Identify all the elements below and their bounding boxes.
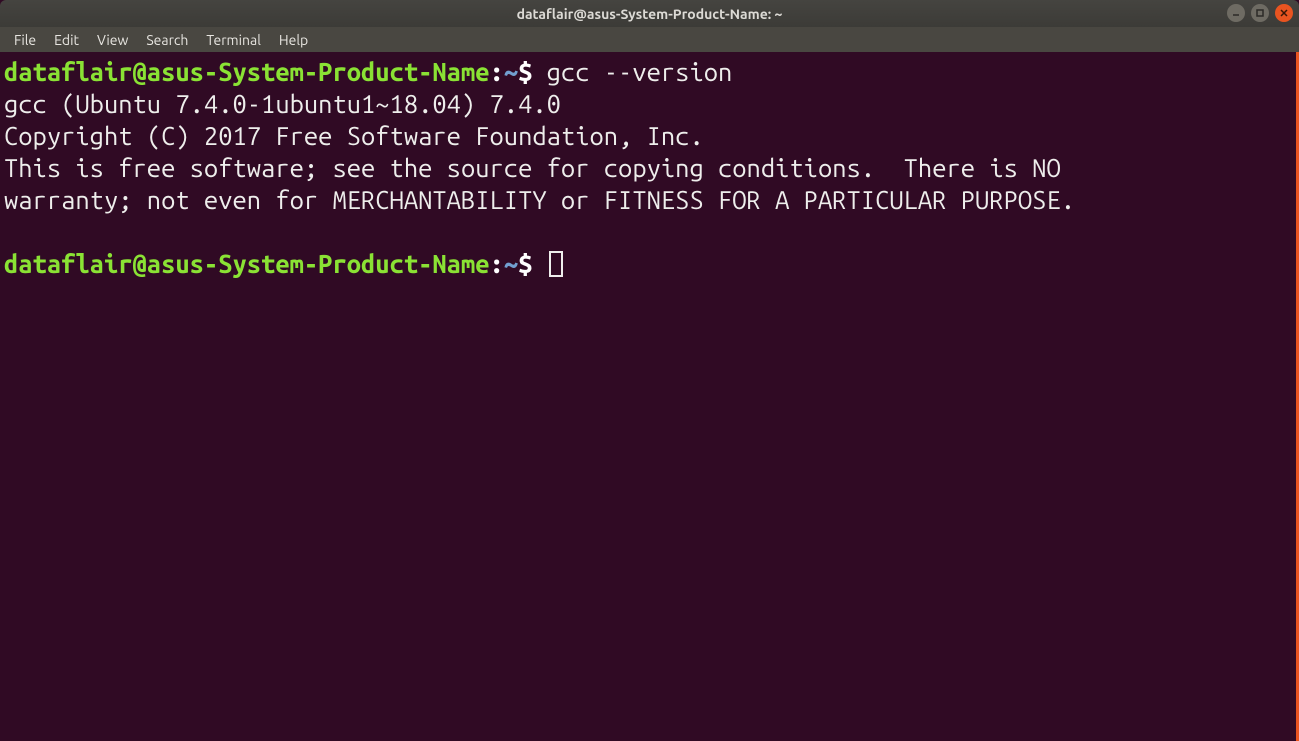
- prompt-sigil: $: [518, 57, 547, 86]
- command-text: gcc --version: [547, 57, 733, 86]
- terminal-window: dataflair@asus-System-Product-Name: ~ Fi…: [0, 0, 1299, 741]
- prompt-sigil-2: $: [518, 249, 547, 278]
- prompt-user-host: dataflair@asus-System-Product-Name: [4, 57, 490, 86]
- menu-view[interactable]: View: [88, 29, 137, 51]
- menu-search[interactable]: Search: [137, 29, 197, 51]
- output-line-2: Copyright (C) 2017 Free Software Foundat…: [4, 121, 704, 150]
- maximize-button[interactable]: [1251, 4, 1269, 22]
- minimize-button[interactable]: [1227, 4, 1245, 22]
- prompt-path: ~: [504, 57, 518, 86]
- close-icon: [1279, 8, 1289, 18]
- prompt-separator-2: :: [490, 249, 504, 278]
- close-button[interactable]: [1275, 4, 1293, 22]
- menubar: File Edit View Search Terminal Help: [0, 27, 1299, 52]
- output-line-3: This is free software; see the source fo…: [4, 153, 1061, 182]
- menu-help[interactable]: Help: [270, 29, 317, 51]
- menu-terminal[interactable]: Terminal: [197, 29, 270, 51]
- prompt-user-host-2: dataflair@asus-System-Product-Name: [4, 249, 490, 278]
- window-controls: [1227, 4, 1293, 22]
- output-line-4: warranty; not even for MERCHANTABILITY o…: [4, 185, 1075, 214]
- titlebar[interactable]: dataflair@asus-System-Product-Name: ~: [0, 0, 1299, 27]
- minimize-icon: [1231, 8, 1241, 18]
- cursor-icon: [549, 251, 563, 277]
- prompt-path-2: ~: [504, 249, 518, 278]
- prompt-separator: :: [490, 57, 504, 86]
- maximize-icon: [1255, 8, 1265, 18]
- output-line-1: gcc (Ubuntu 7.4.0-1ubuntu1~18.04) 7.4.0: [4, 89, 561, 118]
- menu-edit[interactable]: Edit: [45, 29, 88, 51]
- menu-file[interactable]: File: [5, 29, 45, 51]
- terminal-body[interactable]: dataflair@asus-System-Product-Name:~$ gc…: [0, 52, 1299, 741]
- window-title: dataflair@asus-System-Product-Name: ~: [517, 6, 783, 22]
